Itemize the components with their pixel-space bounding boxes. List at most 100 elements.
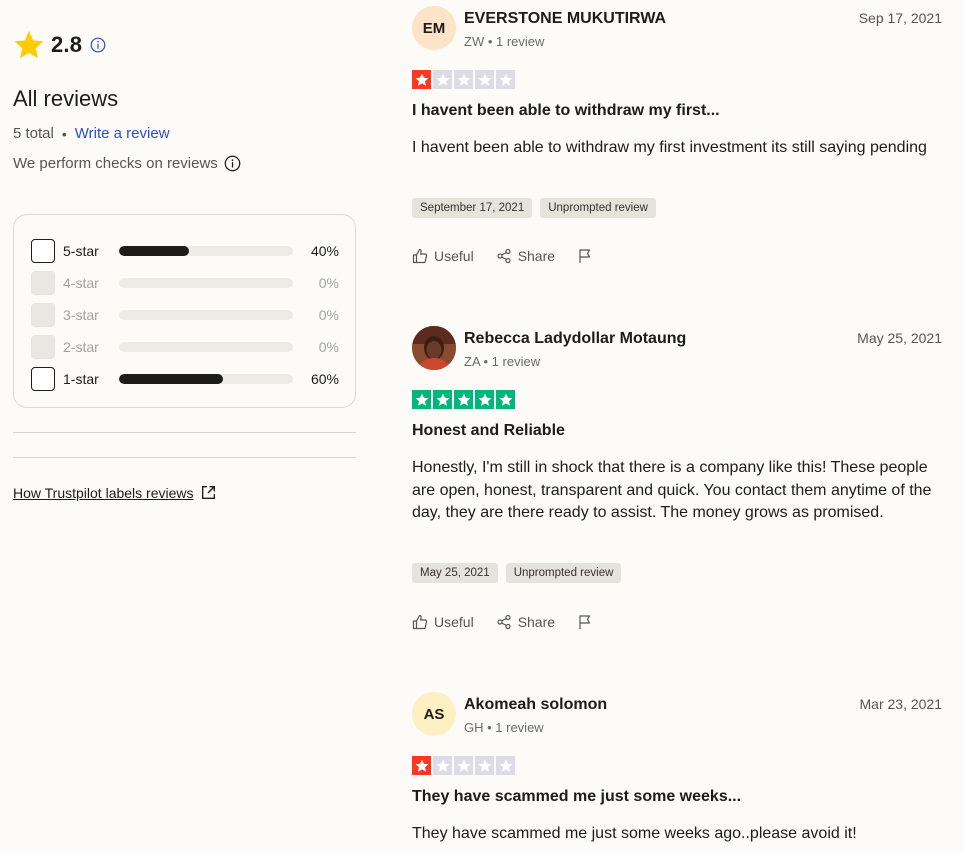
divider	[13, 432, 356, 433]
review-star-rating	[412, 756, 515, 775]
star-filter-checkbox	[31, 335, 55, 359]
star-filter-row: 4-star 0%	[31, 267, 339, 299]
rating-star-icon	[412, 390, 431, 409]
star-filter-label: 2-star	[63, 339, 99, 355]
review-body: They have scammed me just some weeks ago…	[412, 825, 857, 842]
star-filter-bar	[118, 246, 294, 256]
divider	[13, 457, 356, 458]
review-card: Rebecca Ladydollar Motaung ZA • 1 review M…	[412, 326, 942, 630]
star-filter-bar-fill	[118, 246, 189, 256]
review-tags: September 17, 2021 Unprompted review	[412, 198, 656, 218]
reviewer-name[interactable]: EVERSTONE MUKUTIRWA	[464, 10, 666, 28]
star-filter-bar	[118, 342, 294, 352]
review-actions: Useful Share	[412, 248, 615, 264]
share-button[interactable]: Share	[496, 614, 555, 630]
reviewer-name[interactable]: Rebecca Ladydollar Motaung	[464, 330, 686, 348]
review-title[interactable]: They have scammed me just some weeks...	[412, 788, 741, 806]
report-button[interactable]	[577, 248, 593, 264]
thumbs-up-icon	[412, 248, 428, 264]
thumbs-up-icon	[412, 614, 428, 630]
star-filter-row: 2-star 0%	[31, 331, 339, 363]
useful-button[interactable]: Useful	[412, 248, 474, 264]
avatar[interactable]: EM	[412, 6, 456, 50]
flag-icon	[579, 615, 591, 629]
star-filter-bar	[118, 310, 294, 320]
external-link-icon	[201, 485, 215, 500]
star-filter-percent: 0%	[318, 339, 339, 355]
star-filter-percent: 40%	[310, 243, 339, 259]
rating-star-icon	[433, 390, 452, 409]
review-title[interactable]: I havent been able to withdraw my first.…	[412, 102, 720, 120]
star-filter-checkbox[interactable]	[31, 239, 55, 263]
reviewer-name[interactable]: Akomeah solomon	[464, 696, 607, 714]
star-filter-row[interactable]: 5-star 40%	[31, 235, 339, 267]
star-filter-percent: 60%	[310, 371, 339, 387]
star-filter-row: 3-star 0%	[31, 299, 339, 331]
rating-star-icon	[412, 756, 431, 775]
review-body: I havent been able to withdraw my first …	[412, 139, 927, 156]
review-tag: Unprompted review	[505, 563, 622, 583]
info-icon[interactable]	[90, 37, 106, 53]
star-filter-bar	[118, 278, 294, 288]
review-date: May 25, 2021	[857, 330, 942, 346]
star-filter-checkbox	[31, 271, 55, 295]
review-body: Honestly, I'm still in shock that there …	[412, 459, 932, 521]
review-title[interactable]: Honest and Reliable	[412, 422, 565, 440]
share-label: Share	[517, 248, 556, 264]
star-filter-label: 4-star	[63, 275, 99, 291]
review-tag: Unprompted review	[540, 198, 656, 218]
review-checks-note: We perform checks on reviews	[13, 155, 241, 172]
flag-icon	[579, 249, 591, 263]
star-filter-row[interactable]: 1-star 60%	[31, 363, 339, 395]
write-review-link[interactable]: Write a review	[75, 125, 170, 142]
rating-star-icon	[496, 390, 515, 409]
rating-star-icon	[412, 70, 431, 89]
star-filter-label: 3-star	[63, 307, 99, 323]
total-row: 5 total • Write a review	[13, 125, 170, 142]
rating-star-icon	[496, 756, 515, 775]
how-link-label: How Trustpilot labels reviews	[13, 484, 194, 501]
info-icon[interactable]	[224, 155, 241, 172]
review-card: EM EVERSTONE MUKUTIRWA ZW • 1 review Sep 17…	[412, 6, 942, 264]
rating-value: 2.8	[51, 32, 83, 57]
report-button[interactable]	[577, 614, 593, 630]
overall-rating: 2.8	[13, 29, 106, 61]
page-title: All reviews	[13, 86, 119, 111]
how-trustpilot-labels-link[interactable]: How Trustpilot labels reviews	[13, 484, 217, 501]
share-button[interactable]: Share	[496, 248, 555, 264]
reviewer-meta: GH • 1 review	[464, 720, 544, 735]
rating-star-icon	[433, 756, 452, 775]
star-filter-percent: 0%	[318, 307, 339, 323]
review-actions: Useful Share	[412, 614, 615, 630]
star-filter-label: 5-star	[63, 243, 99, 259]
review-star-rating	[412, 390, 515, 409]
avatar[interactable]: AS	[412, 692, 456, 736]
star-filter-percent: 0%	[318, 275, 339, 291]
star-filter-checkbox[interactable]	[31, 367, 55, 391]
review-tag: May 25, 2021	[412, 563, 498, 583]
checks-text: We perform checks on reviews	[13, 155, 218, 172]
useful-button[interactable]: Useful	[412, 614, 474, 630]
separator-dot: •	[61, 125, 67, 142]
total-count: 5 total	[13, 125, 54, 142]
star-filter-bar-fill	[118, 374, 224, 384]
rating-star-icon	[496, 70, 515, 89]
review-tag: September 17, 2021	[412, 198, 533, 218]
review-date: Sep 17, 2021	[858, 10, 942, 26]
avatar[interactable]	[412, 326, 456, 370]
rating-star-icon	[454, 390, 473, 409]
share-icon	[497, 614, 511, 630]
useful-label: Useful	[434, 248, 474, 264]
avatar-photo	[412, 326, 456, 370]
rating-star-icon	[475, 756, 494, 775]
star-filter-label: 1-star	[63, 371, 99, 387]
share-label: Share	[517, 614, 556, 630]
rating-star-icon	[475, 70, 494, 89]
review-card: AS Akomeah solomon GH • 1 review Mar 23, 20…	[412, 692, 942, 852]
rating-star-icon	[454, 756, 473, 775]
star-filter-bar	[118, 374, 294, 384]
rating-star-icon	[475, 390, 494, 409]
star-icon	[14, 31, 44, 59]
review-star-rating	[412, 70, 515, 89]
review-tags: May 25, 2021 Unprompted review	[412, 563, 622, 583]
